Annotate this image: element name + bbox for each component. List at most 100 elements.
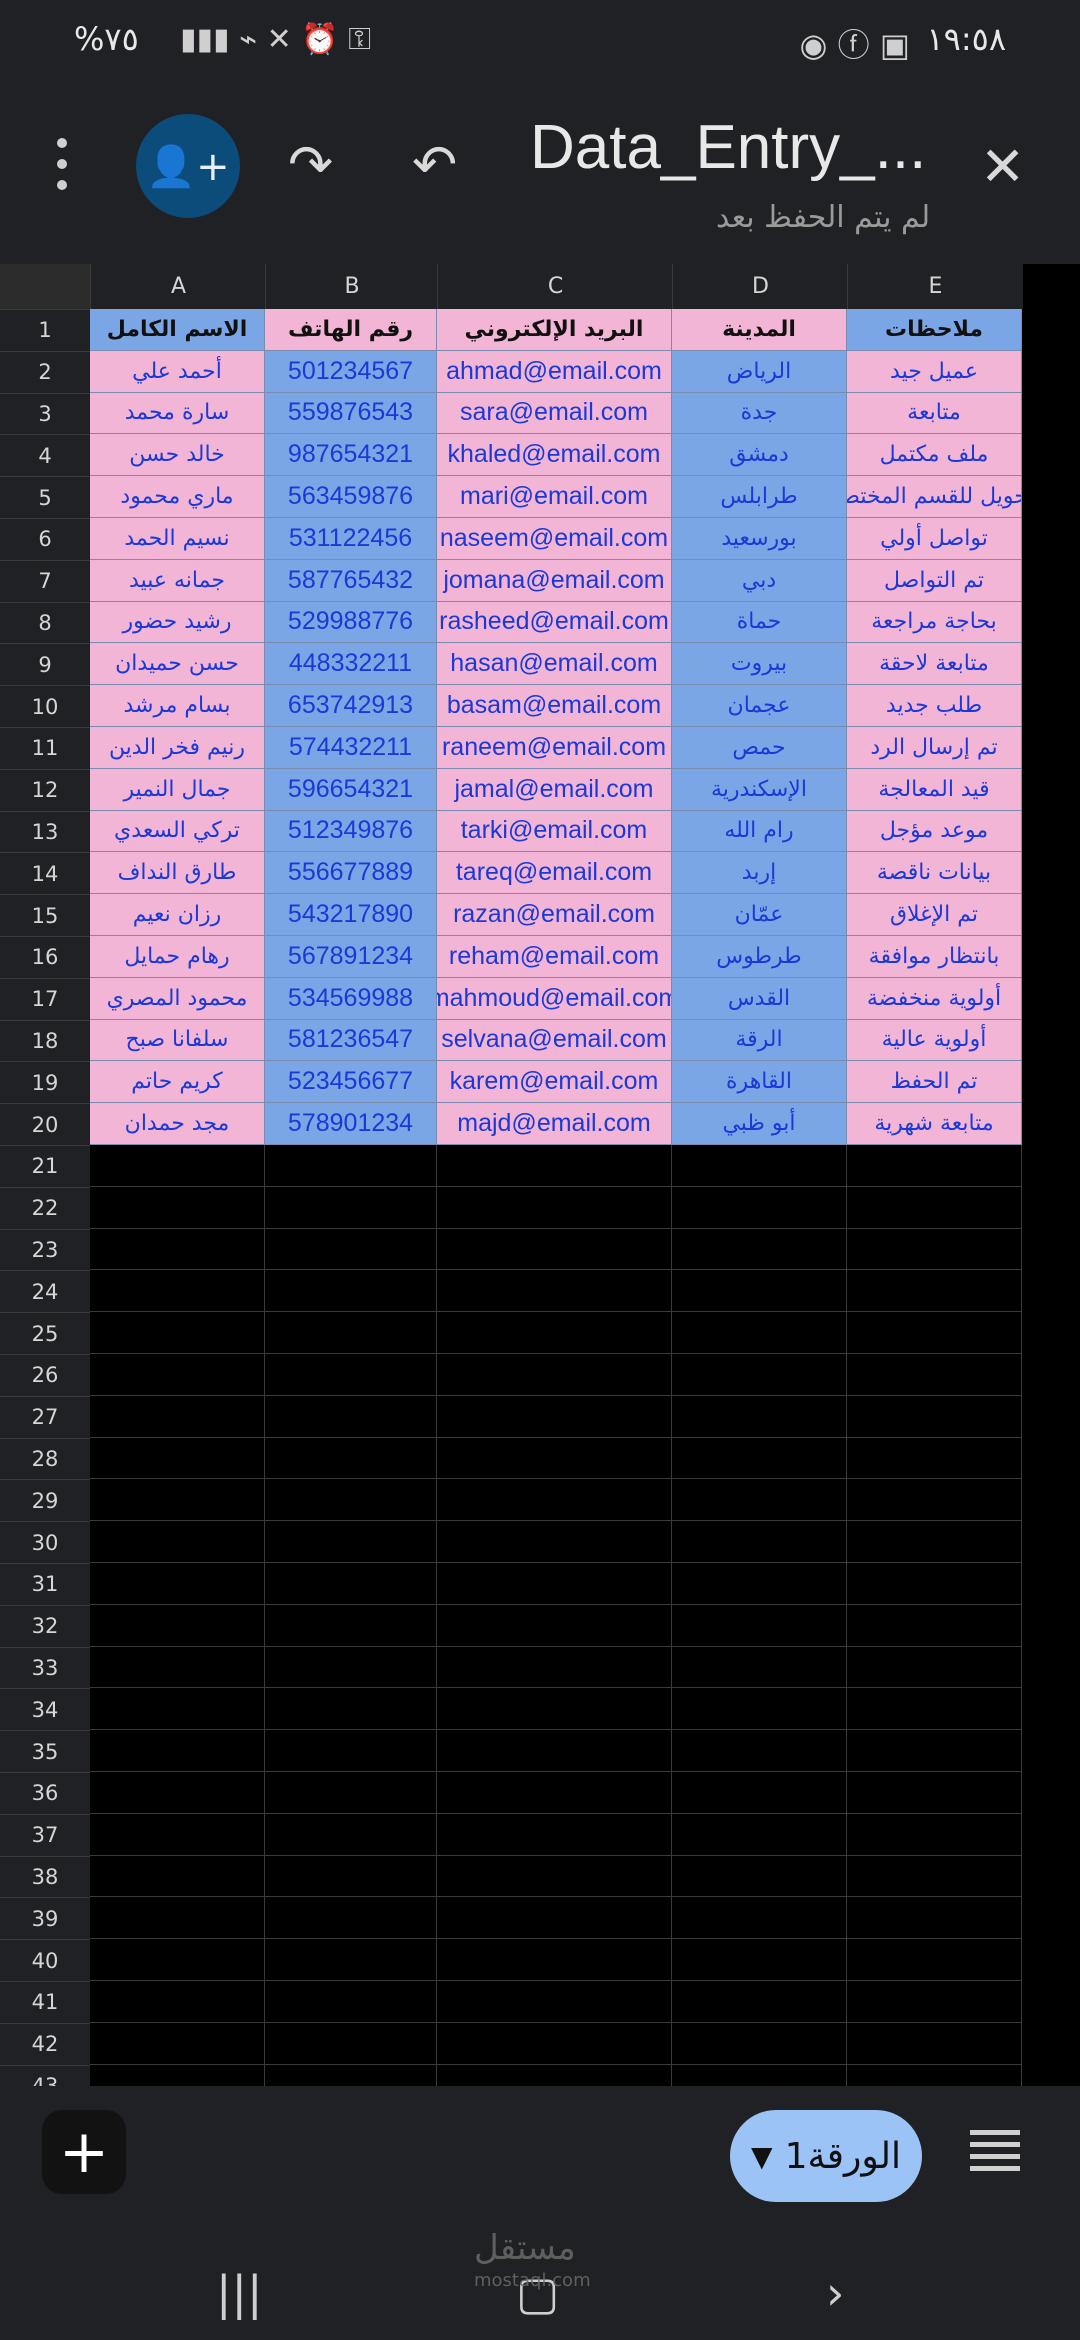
undo-icon[interactable]: ↶ <box>412 138 457 192</box>
row-header-13[interactable]: 13 <box>0 810 90 853</box>
cell-a2[interactable]: أحمد علي <box>90 350 265 393</box>
cell-a7[interactable]: جمانه عبيد <box>90 559 265 602</box>
empty-cell[interactable] <box>672 1354 847 1396</box>
cell-b2[interactable]: 501234567 <box>265 350 437 393</box>
empty-cell[interactable] <box>847 1772 1022 1814</box>
empty-cell[interactable] <box>90 1563 265 1605</box>
empty-cell[interactable] <box>90 1688 265 1731</box>
row-header-38[interactable]: 38 <box>0 1855 90 1898</box>
row-header-42[interactable]: 42 <box>0 2022 90 2065</box>
cell-b14[interactable]: 556677889 <box>265 852 437 895</box>
row-header-1[interactable]: 1 <box>0 309 90 351</box>
row-header-16[interactable]: 16 <box>0 936 90 978</box>
cell-c18[interactable]: selvana@email.com <box>437 1019 672 1062</box>
empty-cell[interactable] <box>265 1855 437 1898</box>
empty-cell[interactable] <box>265 2022 437 2065</box>
cell-a19[interactable]: كريم حاتم <box>90 1061 265 1104</box>
cell-c10[interactable]: basam@email.com <box>437 685 672 727</box>
empty-cell[interactable] <box>90 1772 265 1814</box>
cell-b17[interactable]: 534569988 <box>265 977 437 1020</box>
empty-cell[interactable] <box>847 1730 1022 1772</box>
empty-cell[interactable] <box>672 1312 847 1354</box>
cell-e18[interactable]: أولوية عالية <box>847 1019 1022 1062</box>
cell-e14[interactable]: بيانات ناقصة <box>847 852 1022 895</box>
empty-cell[interactable] <box>437 2022 672 2065</box>
cell-b20[interactable]: 578901234 <box>265 1103 437 1145</box>
row-header-15[interactable]: 15 <box>0 894 90 936</box>
cell-a11[interactable]: رنيم فخر الدين <box>90 727 265 769</box>
empty-cell[interactable] <box>437 1772 672 1814</box>
cell-c19[interactable]: karem@email.com <box>437 1061 672 1104</box>
select-all-corner[interactable] <box>0 264 90 309</box>
cell-c11[interactable]: raneem@email.com <box>437 727 672 769</box>
cell-c17[interactable]: mahmoud@email.com <box>437 977 672 1020</box>
cell-d8[interactable]: حماة <box>672 601 847 644</box>
cell-d3[interactable]: جدة <box>672 392 847 435</box>
row-header-33[interactable]: 33 <box>0 1646 90 1689</box>
empty-cell[interactable] <box>265 1312 437 1354</box>
empty-cell[interactable] <box>847 1646 1022 1689</box>
empty-cell[interactable] <box>90 1437 265 1480</box>
cell-b12[interactable]: 596654321 <box>265 768 437 811</box>
cell-b7[interactable]: 587765432 <box>265 559 437 602</box>
empty-cell[interactable] <box>265 1186 437 1229</box>
empty-cell[interactable] <box>90 1270 265 1313</box>
empty-cell[interactable] <box>265 1145 437 1187</box>
empty-cell[interactable] <box>672 1604 847 1647</box>
spreadsheet-grid[interactable]: A B C D E 1 2 3 4 5 6 7 8 9 10 11 12 13 14 15 16 17 18 19 20 21 22… <box>0 264 1080 2107</box>
empty-cell[interactable] <box>847 1563 1022 1605</box>
cell-d20[interactable]: أبو ظبي <box>672 1103 847 1145</box>
cell-e7[interactable]: تم التواصل <box>847 559 1022 602</box>
empty-cell[interactable] <box>265 1981 437 2023</box>
cell-b16[interactable]: 567891234 <box>265 936 437 978</box>
empty-cell[interactable] <box>265 1772 437 1814</box>
empty-cell[interactable] <box>437 1730 672 1772</box>
cell-e8[interactable]: بحاجة مراجعة <box>847 601 1022 644</box>
cell-a3[interactable]: سارة محمد <box>90 392 265 435</box>
cell-e2[interactable]: عميل جيد <box>847 350 1022 393</box>
cell-e5[interactable]: تحويل للقسم المختص <box>847 476 1022 518</box>
empty-cell[interactable] <box>265 1228 437 1271</box>
empty-cell[interactable] <box>265 1688 437 1731</box>
row-header-21[interactable]: 21 <box>0 1145 90 1187</box>
empty-cell[interactable] <box>265 1270 437 1313</box>
cell-d1[interactable]: المدينة <box>672 309 847 351</box>
empty-cell[interactable] <box>847 1395 1022 1438</box>
cell-c5[interactable]: mari@email.com <box>437 476 672 518</box>
empty-cell[interactable] <box>437 1563 672 1605</box>
cell-d13[interactable]: رام الله <box>672 810 847 853</box>
empty-cell[interactable] <box>847 1354 1022 1396</box>
empty-cell[interactable] <box>265 1730 437 1772</box>
empty-cell[interactable] <box>847 1981 1022 2023</box>
empty-cell[interactable] <box>437 1646 672 1689</box>
cell-d15[interactable]: عمّان <box>672 894 847 936</box>
empty-cell[interactable] <box>437 1228 672 1271</box>
row-header-25[interactable]: 25 <box>0 1312 90 1354</box>
row-header-41[interactable]: 41 <box>0 1981 90 2023</box>
empty-cell[interactable] <box>437 1354 672 1396</box>
close-icon[interactable]: ✕ <box>980 140 1025 194</box>
row-header-24[interactable]: 24 <box>0 1270 90 1313</box>
empty-cell[interactable] <box>265 1479 437 1522</box>
cell-c2[interactable]: ahmad@email.com <box>437 350 672 393</box>
cell-d12[interactable]: الإسكندرية <box>672 768 847 811</box>
empty-cell[interactable] <box>672 1479 847 1522</box>
cell-e15[interactable]: تم الإغلاق <box>847 894 1022 936</box>
cell-e20[interactable]: متابعة شهرية <box>847 1103 1022 1145</box>
empty-cell[interactable] <box>90 1354 265 1396</box>
cell-c16[interactable]: reham@email.com <box>437 936 672 978</box>
empty-cell[interactable] <box>437 1270 672 1313</box>
row-header-36[interactable]: 36 <box>0 1772 90 1814</box>
row-header-32[interactable]: 32 <box>0 1604 90 1647</box>
empty-cell[interactable] <box>265 1395 437 1438</box>
cell-d10[interactable]: عجمان <box>672 685 847 727</box>
empty-cell[interactable] <box>90 1646 265 1689</box>
empty-cell[interactable] <box>672 1813 847 1856</box>
cell-b11[interactable]: 574432211 <box>265 727 437 769</box>
empty-cell[interactable] <box>265 1604 437 1647</box>
document-title[interactable]: Data_Entry_... <box>530 112 926 183</box>
empty-cell[interactable] <box>672 1521 847 1563</box>
redo-icon[interactable]: ↷ <box>288 138 333 192</box>
empty-cell[interactable] <box>90 1145 265 1187</box>
cell-d6[interactable]: بورسعيد <box>672 518 847 560</box>
